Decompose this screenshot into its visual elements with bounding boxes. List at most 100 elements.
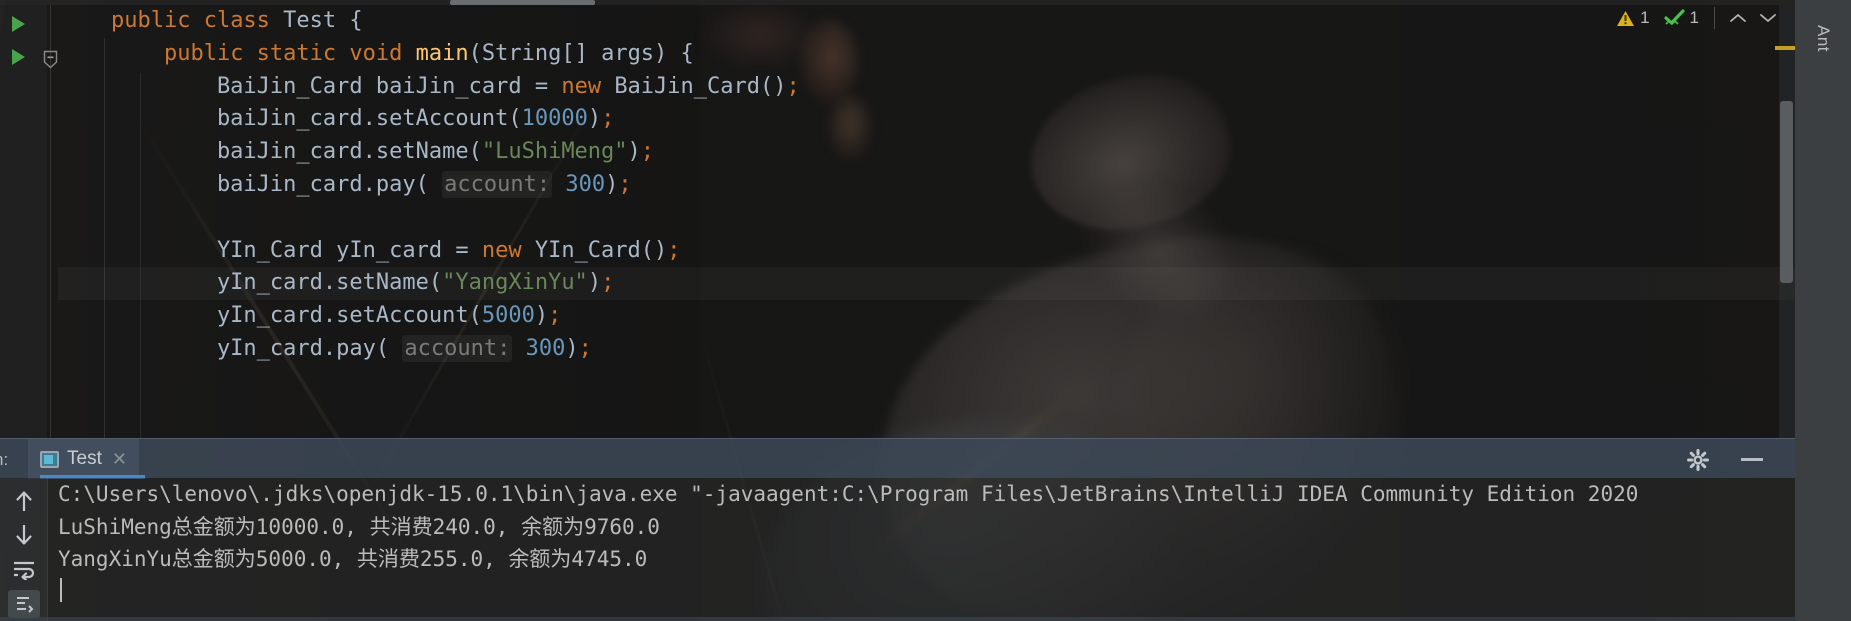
run-tab-label: Test [67, 448, 102, 469]
chevron-down-icon[interactable] [1753, 5, 1783, 31]
code-line[interactable]: yIn_card.setName("YangXinYu"); [58, 267, 1795, 300]
code-token: ) [587, 106, 602, 132]
code-token: 300 [565, 171, 606, 197]
console-caret [60, 578, 62, 602]
minimize-icon[interactable] [1741, 458, 1763, 461]
code-token: ; [601, 270, 615, 296]
console-bottom-strip [0, 617, 1795, 621]
code-token: ; [601, 106, 615, 132]
gutter-separator [50, 5, 51, 438]
code-token: account: [442, 170, 553, 198]
editor-vertical-scrollbar[interactable] [1775, 5, 1795, 438]
editor-vertical-scrollbar-thumb[interactable] [1780, 101, 1793, 283]
inspection-ok-count: 1 [1689, 8, 1699, 27]
code-token: baiJin_card.setAccount( [58, 106, 522, 132]
code-token: yIn_card.pay( [58, 335, 403, 361]
code-text-area[interactable]: public class Test { public static void m… [58, 5, 1795, 366]
right-tool-window-stripe: Ant [1795, 0, 1851, 621]
run-tab-test[interactable]: Test ✕ [28, 439, 139, 479]
code-line[interactable]: public static void main(String[] args) { [58, 38, 1795, 71]
code-token: Test { [283, 8, 363, 33]
code-token: ; [548, 303, 562, 329]
code-line[interactable]: yIn_card.setAccount(5000); [58, 300, 1795, 333]
code-token: account: [402, 334, 513, 362]
code-token: 5000 [481, 303, 535, 329]
code-token: ) [627, 139, 641, 165]
console-output-text[interactable]: C:\Users\lenovo\.jdks\openjdk-15.0.1\bin… [58, 478, 1795, 576]
tool-window-button-ant[interactable]: Ant [1795, 4, 1851, 74]
gear-icon[interactable] [1687, 449, 1709, 471]
code-token: (String[] args) { [468, 40, 694, 66]
code-token: public class [110, 8, 284, 33]
run-tool-window-header: n: Test ✕ [0, 438, 1795, 479]
code-token: baiJin_card.pay( [58, 171, 443, 197]
code-token: 10000 [521, 106, 588, 132]
console-output-line: LuShiMeng总金额为10000.0, 共消费240.0, 余额为9760.… [58, 514, 660, 539]
code-token: ) [565, 335, 579, 361]
code-token: yIn_card.setAccount( [58, 303, 482, 329]
code-token: ) [605, 171, 619, 197]
code-token: public static void [163, 40, 416, 66]
code-token: ; [640, 139, 655, 165]
code-token: ) [534, 303, 549, 329]
code-line[interactable]: public class Test { [58, 5, 1795, 38]
console-toolbar-separator [47, 478, 48, 621]
run-tool-window-label: n: [0, 450, 9, 469]
code-token: yIn_card.setName( [58, 270, 443, 296]
code-token: baiJin_card.setName( [58, 139, 482, 165]
editor-gutter[interactable] [0, 5, 47, 438]
chevron-up-icon[interactable] [1723, 5, 1753, 31]
chevron-up-glyph [1730, 13, 1746, 22]
scroll-to-end-glyph [17, 597, 34, 613]
code-token: ) [587, 270, 602, 296]
inspection-warning-count: 1 [1640, 8, 1650, 27]
code-token: ; [786, 73, 800, 99]
code-token: ; [578, 335, 592, 361]
arrow-up-glyph [16, 491, 32, 511]
console-output-line: C:\Users\lenovo\.jdks\openjdk-15.0.1\bin… [58, 482, 1639, 506]
arrow-down-icon[interactable] [9, 520, 39, 550]
code-line[interactable]: baiJin_card.setAccount(10000); [58, 103, 1795, 136]
run-gutter-icon[interactable] [12, 16, 25, 32]
inspection-widget[interactable]: 1 1 [1609, 4, 1783, 32]
scrollbar-warning-marker[interactable] [1775, 46, 1795, 50]
code-editor[interactable]: public class Test { public static void m… [0, 5, 1795, 438]
close-icon[interactable]: ✕ [112, 449, 127, 470]
arrow-up-icon[interactable] [9, 486, 39, 516]
inspection-warning-group[interactable]: 1 [1609, 8, 1656, 28]
code-token: new [561, 73, 615, 99]
code-line[interactable]: YIn_Card yIn_card = new YIn_Card(); [58, 235, 1795, 268]
arrow-down-glyph [16, 525, 32, 545]
code-token: YIn_Card() [534, 237, 668, 263]
console-toolbar [0, 478, 47, 621]
code-token: main [415, 40, 469, 66]
inspection-separator [1714, 7, 1715, 29]
code-token: BaiJin_Card() [614, 73, 787, 99]
code-line[interactable]: baiJin_card.setName("LuShiMeng"); [58, 136, 1795, 169]
run-tool-window: n: Test ✕ [0, 438, 1795, 621]
code-token: "LuShiMeng" [481, 139, 628, 165]
code-line[interactable]: yIn_card.pay( account: 300); [58, 333, 1795, 366]
code-line[interactable] [58, 202, 1795, 235]
code-token: new [481, 237, 535, 263]
code-line[interactable]: BaiJin_Card baiJin_card = new BaiJin_Car… [58, 71, 1795, 104]
code-token: ; [667, 237, 681, 263]
console-output-panel[interactable]: C:\Users\lenovo\.jdks\openjdk-15.0.1\bin… [0, 478, 1795, 621]
run-configuration-icon [40, 450, 59, 468]
chevron-down-glyph [1760, 14, 1776, 23]
code-token: ; [618, 171, 632, 197]
soft-wrap-icon[interactable] [9, 554, 39, 584]
scroll-to-end-icon[interactable] [8, 590, 40, 618]
code-token: BaiJin_Card baiJin_card = [58, 73, 562, 99]
inspection-ok-group[interactable]: 1 [1657, 8, 1706, 28]
warning-triangle-icon [1617, 10, 1635, 26]
soft-wrap-glyph [14, 561, 35, 580]
code-token: YIn_Card yIn_card = [58, 237, 482, 263]
inspection-ok-check-icon [1663, 9, 1685, 26]
run-gutter-icon[interactable] [12, 49, 25, 65]
code-line[interactable]: baiJin_card.pay( account: 300); [58, 169, 1795, 202]
tool-window-button-ant-label: Ant [1814, 25, 1833, 53]
